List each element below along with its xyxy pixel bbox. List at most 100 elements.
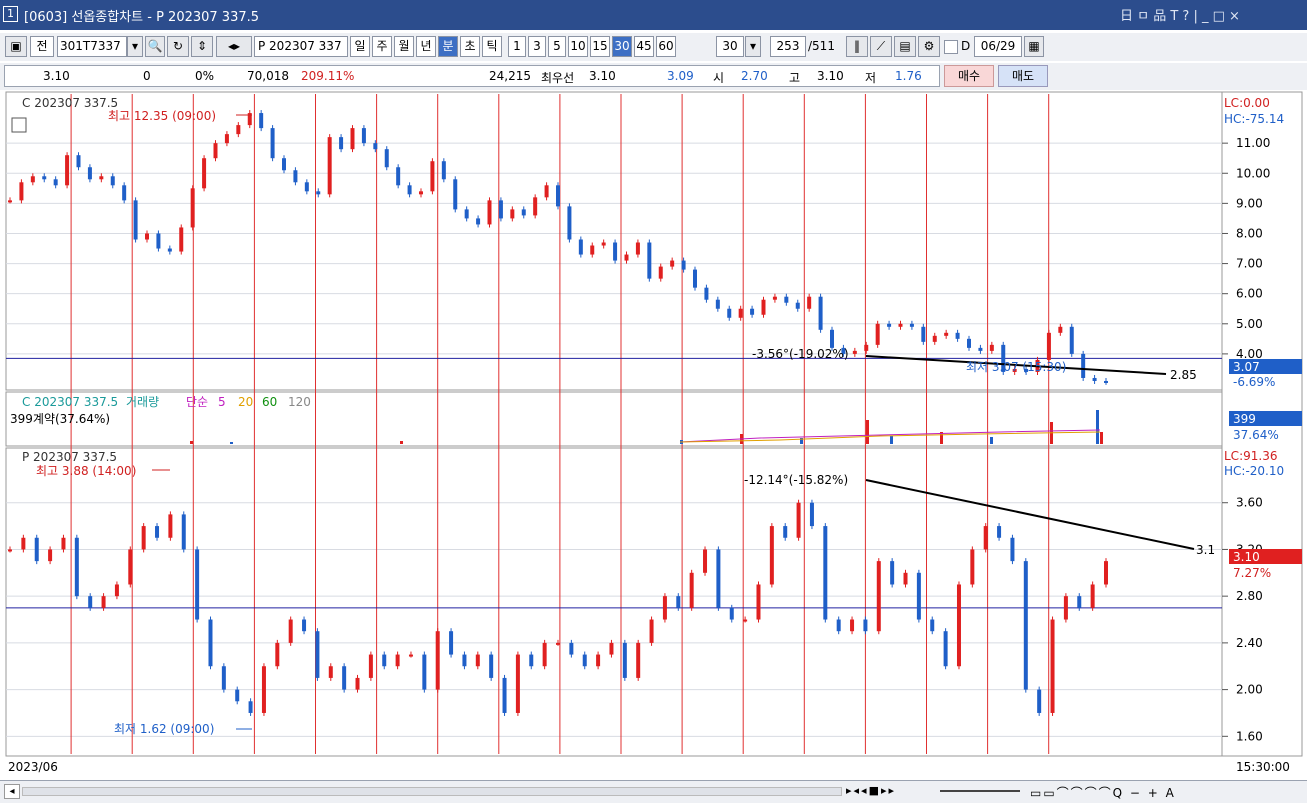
search-icon[interactable]: 🔍 [145,36,165,57]
trend-icon[interactable]: ⟋ [870,36,892,57]
put-trend-end: 3.1 [1196,543,1215,557]
ma-5: 5 [218,395,226,409]
interval-dropdown-icon[interactable]: ▾ [745,36,761,57]
put-candle [1104,561,1108,585]
interval-10-button[interactable]: 10 [568,36,588,57]
call-candle [122,185,127,201]
interval-60-button[interactable]: 60 [656,36,676,57]
put-candle [1090,584,1095,608]
horizontal-scrollbar[interactable] [22,787,842,796]
put-candle [368,654,373,678]
call-candle [99,176,104,180]
put-candle [408,654,413,657]
put-candle [542,642,547,667]
period-5-button[interactable]: 초 [460,36,480,57]
period-3-button[interactable]: 년 [416,36,436,57]
call-candle [807,296,812,309]
volume-label: 거래량 [126,395,159,409]
spin-icon[interactable]: ⇕ [191,36,213,57]
interval-15-button[interactable]: 15 [590,36,610,57]
put-candle [1050,619,1055,713]
put-candle [823,526,828,620]
window-number-badge[interactable]: 1 [3,6,18,22]
open-interest: 24,215 [489,69,531,83]
calendar-icon[interactable]: ▦ [1024,36,1044,57]
code-input[interactable]: 301T7337 [57,36,127,57]
date-input[interactable]: 06/29 [974,36,1022,57]
put-candle [903,572,908,585]
put-candle [141,526,146,550]
call-candle [727,308,732,318]
period-1-button[interactable]: 주 [372,36,392,57]
call-candle [339,137,344,150]
call-candle [601,242,606,246]
type-button[interactable]: 전 [30,36,54,57]
count-input[interactable]: 253 [770,36,806,57]
volume-bar [190,441,193,444]
put-last: 3.10 [1233,550,1260,564]
grid-icon[interactable] [11,117,27,133]
put-candle [649,619,654,643]
period-4-button[interactable]: 분 [438,36,458,57]
put-candle [863,619,868,632]
interval-input[interactable]: 30 [716,36,744,57]
put-candle [101,596,106,608]
call-candle [1058,326,1063,333]
call-candle [487,200,492,225]
call-candle [65,155,70,186]
settings-icon[interactable]: ⚙ [918,36,940,57]
interval-3-button[interactable]: 3 [528,36,546,57]
layout-icon[interactable]: ▣ [5,36,27,57]
put-candle [983,526,988,550]
put-candle [703,549,708,573]
period-2-button[interactable]: 월 [394,36,414,57]
put-candle [956,584,961,667]
interval-1-button[interactable]: 1 [508,36,526,57]
window-controls[interactable]: 日 ㅁ 品 T ? | _ □ × [1120,5,1240,24]
volume-bar [1100,432,1103,444]
put-candle [756,584,761,620]
put-candle [1010,537,1015,562]
code-dropdown-icon[interactable]: ▾ [127,36,143,57]
call-candle [556,185,560,207]
call-hc: HC:-75.14 [1224,112,1284,126]
call-candle [236,125,241,135]
put-y-tick-label: 2.80 [1236,589,1263,603]
save-icon[interactable]: ▤ [894,36,916,57]
prev-next-icon[interactable]: ◂▸ [216,36,252,57]
period-0-button[interactable]: 일 [350,36,370,57]
call-candle [224,134,229,144]
volume-last: 399 [1233,412,1256,426]
interval-5-button[interactable]: 5 [548,36,566,57]
buy-button[interactable]: 매수 [944,65,994,87]
tools-icon[interactable]: ▭▭⌒⌒⌒⌒Q − + A [1030,784,1176,801]
sell-button[interactable]: 매도 [998,65,1048,87]
call-candle [8,200,12,203]
call-candle [875,323,880,345]
indicator-icon[interactable]: ‖ [846,36,868,57]
symbol-name-field[interactable]: P 202307 337 [254,36,348,57]
call-candle [316,191,321,195]
date-checkbox[interactable] [944,40,958,54]
call-candle [635,242,640,255]
playback-controls[interactable]: ▸◂◂■▸▸ [846,784,936,800]
call-candle [978,347,983,351]
put-candle [636,642,641,678]
put-candle [743,619,748,622]
call-high-label: 최고 12.35 (09:00) [108,109,216,123]
scroll-left-icon[interactable]: ◂ [4,784,20,799]
call-candle [715,299,720,309]
put-candle [609,642,614,655]
call-candle [750,308,755,315]
interval-30-button[interactable]: 30 [612,36,632,57]
zoom-slider[interactable] [940,790,1020,792]
call-pane[interactable] [5,91,1223,391]
interval-45-button[interactable]: 45 [634,36,654,57]
compare-icon[interactable]: ↻ [167,36,189,57]
ma-120: 120 [288,395,311,409]
chart-area[interactable]: 11.00 10.00 9.00 8.00 7.00 6.00 5.00 4.00 3.60 3.… [0,90,1307,780]
call-candle [133,200,138,240]
put-candle [489,654,494,678]
call-y-tick-label: 5.00 [1236,317,1263,331]
period-6-button[interactable]: 틱 [482,36,502,57]
